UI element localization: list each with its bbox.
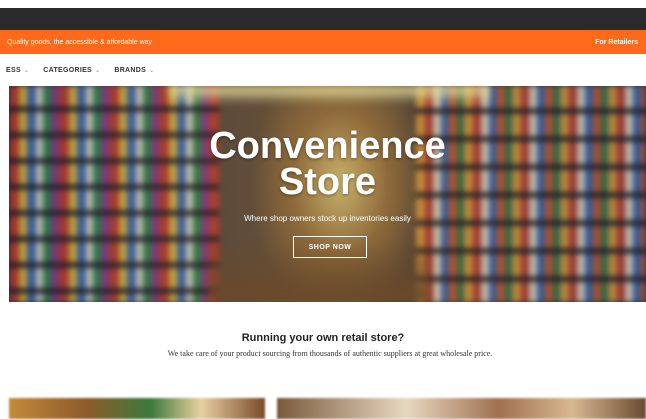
hero-title-line1: Convenience: [209, 125, 446, 167]
chevron-down-icon: ⌄: [95, 67, 101, 74]
top-bar: [0, 8, 646, 30]
nav-item-brands[interactable]: BRANDS ⌄: [114, 67, 154, 74]
nav-item-label: BRANDS: [114, 66, 147, 74]
category-card-image[interactable]: [277, 398, 646, 419]
nav-item-label: ESS: [6, 66, 21, 74]
chevron-down-icon: ⌄: [149, 67, 155, 74]
hero-banner: Convenience Store Where shop owners stoc…: [9, 86, 646, 302]
promo-tagline: Quality goods, the accessible & affordab…: [7, 38, 153, 46]
section-title: Running your own retail store?: [241, 332, 405, 344]
shop-now-button[interactable]: SHOP NOW: [293, 236, 367, 258]
main-nav: ESS ⌄ CATEGORIES ⌄ BRANDS ⌄: [0, 54, 646, 86]
nav-item-categories[interactable]: CATEGORIES ⌄: [43, 67, 100, 74]
promo-bar: Quality goods, the accessible & affordab…: [0, 30, 646, 54]
hero-subtitle: Where shop owners stock up inventories e…: [244, 214, 411, 223]
section-text: We take care of your product sourcing fr…: [167, 349, 493, 358]
nav-item-label: CATEGORIES: [43, 66, 93, 74]
category-card-image[interactable]: [9, 398, 265, 419]
for-retailers-link[interactable]: For Retailers: [595, 39, 638, 46]
hero-title-line2: Store: [278, 161, 377, 203]
nav-item-business[interactable]: ESS ⌄: [6, 67, 29, 74]
chevron-down-icon: ⌄: [23, 67, 30, 74]
hero-background-ceiling: [169, 86, 489, 104]
hero-title: Convenience Store: [9, 125, 646, 203]
top-margin: [0, 0, 646, 8]
